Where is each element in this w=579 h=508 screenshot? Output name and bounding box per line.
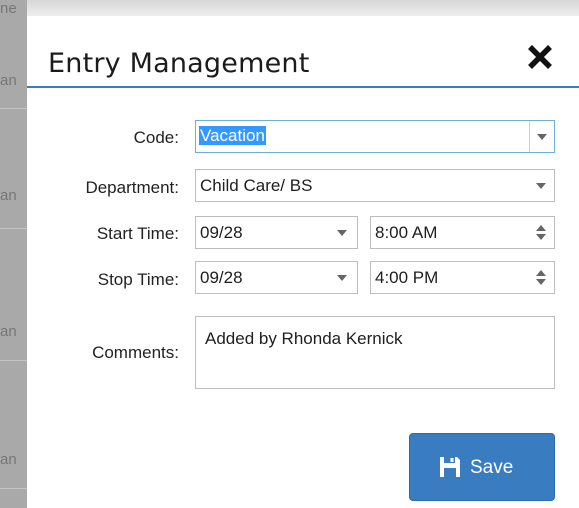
background-page-strip: ne an an an an (0, 0, 27, 508)
background-text-fragment: an (0, 323, 17, 340)
background-row-divider (0, 228, 27, 229)
start-time-value: 8:00 AM (375, 223, 438, 242)
save-button[interactable]: Save (409, 433, 555, 501)
code-value: Vacation (199, 126, 266, 145)
background-text-fragment: ne (0, 0, 17, 17)
comments-textarea[interactable]: Added by Rhonda Kernick (195, 316, 555, 389)
department-select[interactable]: Child Care/ BS (195, 169, 555, 202)
background-text-fragment: an (0, 187, 17, 204)
chevron-down-icon (337, 275, 347, 281)
comments-value: Added by Rhonda Kernick (205, 329, 403, 348)
background-text-fragment: an (0, 451, 17, 468)
stop-time-value: 4:00 PM (375, 268, 439, 287)
background-row-divider (0, 360, 27, 361)
code-dropdown-button[interactable] (529, 121, 554, 152)
dialog-title: Entry Management (48, 48, 310, 79)
spinner-down-icon[interactable] (536, 279, 546, 285)
save-button-label: Save (470, 457, 514, 478)
background-header (27, 0, 579, 16)
floppy-disk-icon (440, 457, 460, 477)
spinner-up-icon[interactable] (536, 270, 546, 276)
background-text-fragment: an (0, 72, 17, 89)
chevron-down-icon (537, 134, 547, 140)
close-button[interactable] (525, 42, 555, 72)
start-time-label: Start Time: (96, 224, 179, 243)
background-row-divider (0, 108, 27, 109)
stop-time-stepper[interactable]: 4:00 PM (370, 261, 555, 294)
stop-date-select[interactable]: 09/28 (195, 261, 358, 294)
background-row-divider (0, 488, 27, 489)
code-value-wrapper: Vacation (199, 126, 266, 146)
stop-date-value: 09/28 (200, 268, 243, 287)
spinner-down-icon[interactable] (536, 234, 546, 240)
department-label: Department: (85, 178, 179, 197)
chevron-down-icon (536, 183, 546, 189)
chevron-down-icon (337, 230, 347, 236)
code-combobox[interactable]: Vacation (195, 120, 555, 153)
start-time-stepper[interactable]: 8:00 AM (370, 216, 555, 249)
stop-time-label: Stop Time: (97, 270, 179, 289)
entry-management-dialog: Entry Management Code: Vacation Departme… (27, 16, 579, 508)
start-date-value: 09/28 (200, 223, 243, 242)
department-value: Child Care/ BS (200, 176, 313, 195)
comments-label: Comments: (92, 343, 179, 362)
spinner-up-icon[interactable] (536, 225, 546, 231)
start-date-select[interactable]: 09/28 (195, 216, 358, 249)
code-label: Code: (133, 128, 179, 147)
title-divider (27, 86, 579, 88)
close-icon (528, 45, 552, 69)
spinner-icon[interactable] (536, 270, 546, 286)
spinner-icon[interactable] (536, 225, 546, 241)
